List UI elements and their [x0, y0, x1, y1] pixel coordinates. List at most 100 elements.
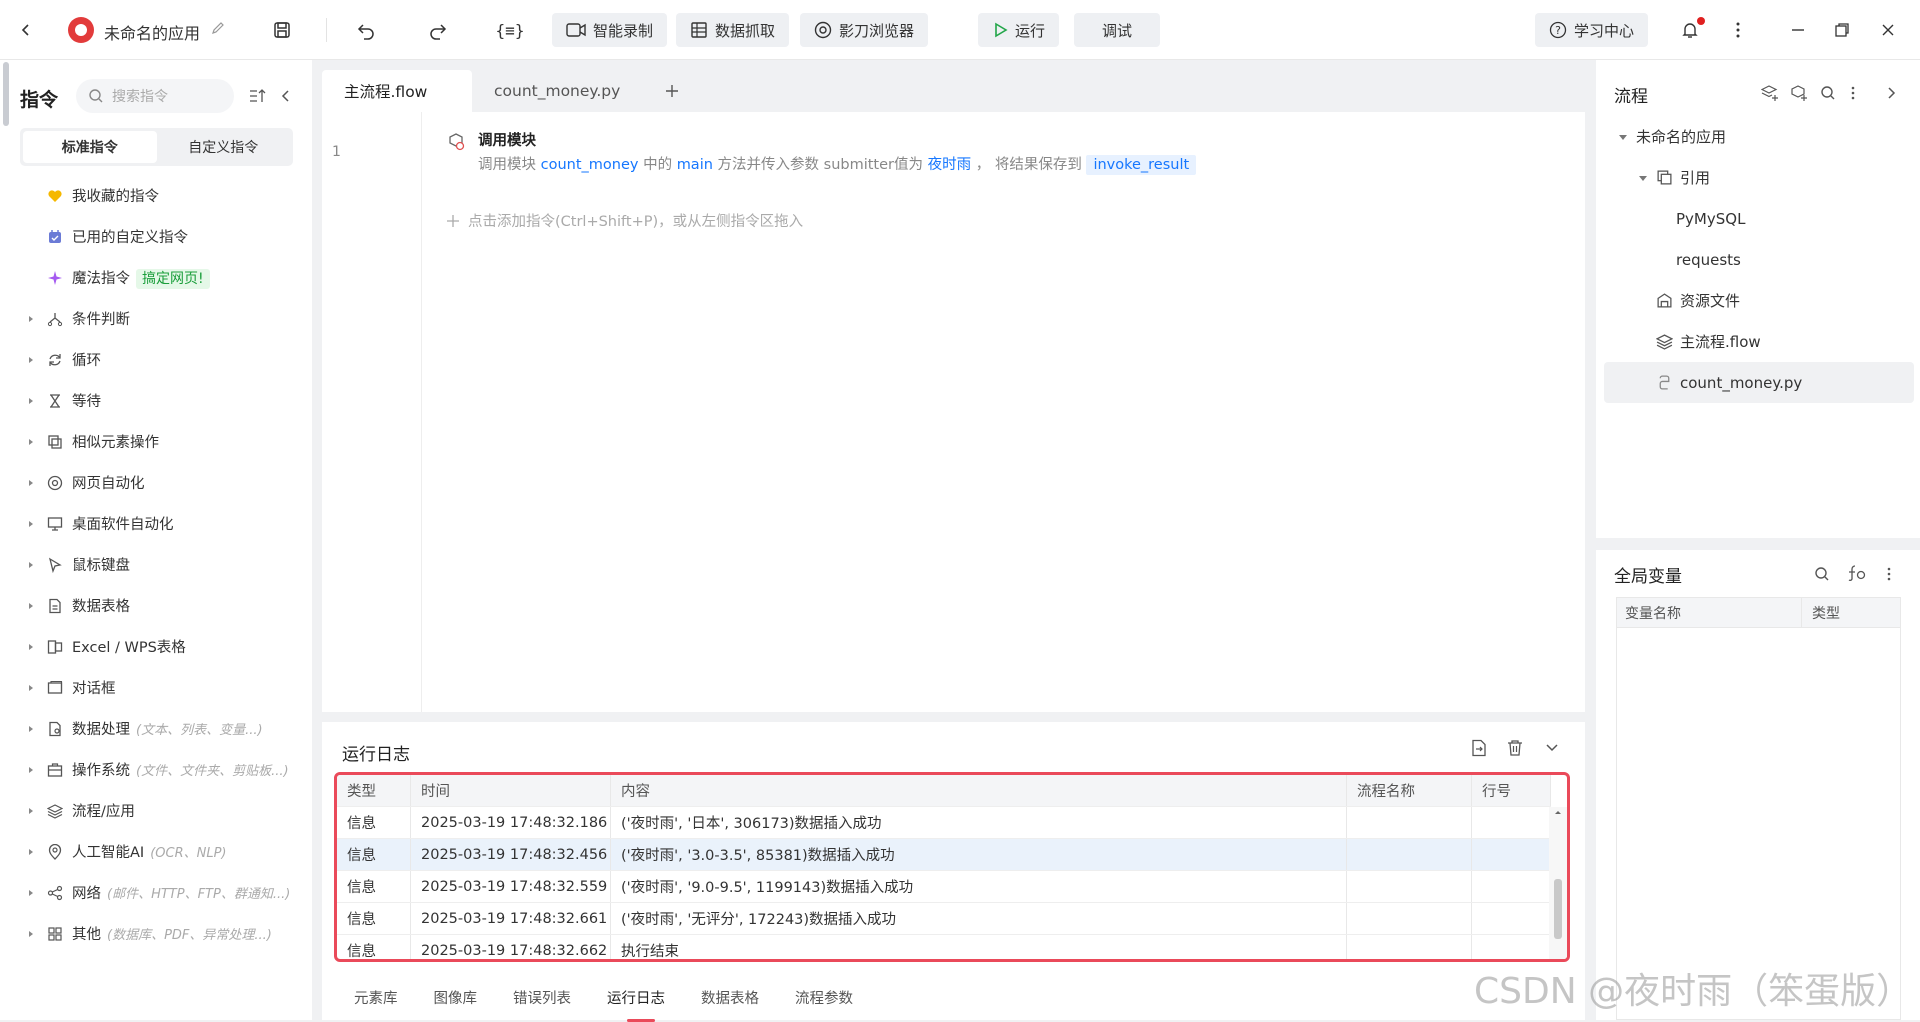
category-os[interactable]: 操作系统 (文件、文件夹、剪贴板...): [0, 749, 312, 790]
tab-standard-commands[interactable]: 标准指令: [23, 131, 157, 163]
save-button[interactable]: [264, 13, 300, 47]
category-ai[interactable]: 人工智能AI (OCR、NLP): [0, 831, 312, 872]
minimize-icon: [1792, 29, 1804, 31]
browser-button[interactable]: 影刀浏览器: [800, 13, 929, 47]
tree-node-resources[interactable]: 资源文件: [1596, 280, 1920, 321]
command-title[interactable]: 调用模块: [478, 129, 536, 150]
tab-image-library[interactable]: 图像库: [416, 982, 496, 1012]
caret-right-icon: [29, 848, 33, 855]
tab-data-table[interactable]: 数据表格: [683, 982, 777, 1012]
minimize-button[interactable]: [1780, 13, 1816, 47]
category-data-processing[interactable]: 数据处理 (文本、列表、变量...): [0, 708, 312, 749]
data-capture-button[interactable]: 数据抓取: [676, 13, 790, 47]
notification-button[interactable]: [1672, 13, 1708, 47]
category-wait[interactable]: 等待: [0, 380, 312, 421]
app-logo-icon: [68, 17, 94, 43]
log-row[interactable]: 信息 2025-03-19 17:48:32.559 ('夜时雨', '9.0-…: [337, 871, 1551, 903]
caret-right-icon: [29, 725, 33, 732]
log-row[interactable]: 信息 2025-03-19 17:48:32.661 ('夜时雨', '无评分'…: [337, 903, 1551, 935]
vars-more-button[interactable]: [1887, 567, 1891, 581]
chevron-down-icon: [1546, 744, 1558, 752]
tab-error-list[interactable]: 错误列表: [495, 982, 589, 1012]
restore-button[interactable]: [1824, 13, 1860, 47]
category-condition[interactable]: 条件判断: [0, 298, 312, 339]
tab-run-log[interactable]: 运行日志: [589, 982, 683, 1022]
add-command-hint[interactable]: 点击添加指令(Ctrl+Shift+P)，或从左侧指令区拖入: [446, 210, 803, 231]
run-button[interactable]: 运行: [978, 13, 1060, 47]
tree-node-count-money[interactable]: count_money.py: [1604, 362, 1914, 403]
tab-main-flow[interactable]: 主流程.flow: [322, 70, 472, 112]
category-data-table[interactable]: 数据表格: [0, 585, 312, 626]
app-name[interactable]: 未命名的应用: [104, 20, 200, 44]
tab-custom-commands[interactable]: 自定义指令: [157, 131, 291, 163]
category-flow-app[interactable]: 流程/应用: [0, 790, 312, 831]
python-icon: [1659, 375, 1670, 390]
more-vertical-icon: [1851, 86, 1855, 100]
global-vars-title: 全局变量: [1614, 567, 1682, 587]
sort-button[interactable]: [248, 87, 266, 105]
search-icon: [1815, 567, 1829, 581]
category-loop[interactable]: 循环: [0, 339, 312, 380]
category-similar-elements[interactable]: 相似元素操作: [0, 421, 312, 462]
layers-icon: [47, 803, 63, 819]
flow-action-2-button[interactable]: [1790, 84, 1808, 102]
clear-log-button[interactable]: [1506, 739, 1524, 757]
category-favorites[interactable]: 我收藏的指令: [0, 175, 312, 216]
log-scrollbar[interactable]: [1549, 807, 1567, 959]
command-description[interactable]: 调用模块 count_money 中的 main 方法并传入参数 submitt…: [478, 153, 1197, 175]
back-button[interactable]: [8, 13, 44, 47]
debug-button[interactable]: 调试: [1074, 13, 1160, 47]
vars-search-button[interactable]: [1814, 566, 1830, 582]
tree-node-main-flow[interactable]: 主流程.flow: [1596, 321, 1920, 362]
record-button[interactable]: 智能录制: [552, 13, 668, 47]
tab-element-library[interactable]: 元素库: [336, 982, 416, 1012]
add-tab-button[interactable]: [642, 70, 702, 112]
add-variable-button[interactable]: [1846, 564, 1866, 582]
category-network[interactable]: 网络 (邮件、HTTP、FTP、群通知...): [0, 872, 312, 913]
category-mouse-keyboard[interactable]: 鼠标键盘: [0, 544, 312, 585]
flow-action-1-button[interactable]: [1761, 84, 1779, 102]
spreadsheet-icon: [47, 639, 63, 654]
edit-icon[interactable]: [211, 21, 225, 35]
flow-panel-title: 流程: [1614, 87, 1648, 107]
category-web-automation[interactable]: 网页自动化: [0, 462, 312, 503]
tree-node-pymysql[interactable]: PyMySQL: [1596, 198, 1920, 239]
export-log-button[interactable]: [1470, 739, 1488, 757]
collapse-right-panel-button[interactable]: [1886, 85, 1898, 101]
category-excel[interactable]: Excel / WPS表格: [0, 626, 312, 667]
category-desktop-automation[interactable]: 桌面软件自动化: [0, 503, 312, 544]
scrollbar-thumb[interactable]: [1554, 879, 1562, 939]
variables-button[interactable]: {≡}: [492, 13, 528, 47]
close-button[interactable]: [1870, 13, 1906, 47]
tree-node-app[interactable]: 未命名的应用: [1596, 116, 1920, 157]
play-icon: [995, 22, 1008, 38]
collapse-panel-button[interactable]: [279, 88, 293, 104]
category-dialog[interactable]: 对话框: [0, 667, 312, 708]
flow-search-button[interactable]: [1820, 85, 1836, 101]
loop-icon: [49, 353, 61, 366]
redo-button[interactable]: [420, 13, 456, 47]
caret-right-icon: [29, 397, 33, 404]
trash-icon: [1508, 740, 1522, 756]
log-row[interactable]: 信息 2025-03-19 17:48:32.456 ('夜时雨', '3.0-…: [337, 839, 1551, 871]
tab-flow-params[interactable]: 流程参数: [777, 982, 871, 1012]
search-input[interactable]: 搜索指令: [76, 79, 234, 113]
log-row[interactable]: 信息 2025-03-19 17:48:32.662 执行结束: [337, 935, 1551, 959]
learning-center-button[interactable]: ? 学习中心: [1535, 13, 1649, 47]
category-magic[interactable]: 魔法指令 搞定网页!: [0, 257, 312, 298]
chrome-icon: [814, 21, 832, 39]
collapse-log-button[interactable]: [1544, 741, 1560, 755]
log-row[interactable]: 信息 2025-03-19 17:48:32.186 ('夜时雨', '日本',…: [337, 807, 1551, 839]
category-other[interactable]: 其他 (数据库、PDF、异常处理...): [0, 913, 312, 954]
flow-more-button[interactable]: [1851, 86, 1855, 100]
chevron-left-icon: [21, 24, 29, 36]
tab-count-money[interactable]: count_money.py: [472, 70, 642, 112]
more-button[interactable]: [1720, 13, 1756, 47]
undo-button[interactable]: [348, 13, 384, 47]
tree-node-requests[interactable]: requests: [1596, 239, 1920, 280]
result-variable-chip: invoke_result: [1086, 155, 1197, 175]
tree-node-references[interactable]: 引用: [1596, 157, 1920, 198]
category-used-custom[interactable]: 已用的自定义指令: [0, 216, 312, 257]
caret-right-icon: [29, 766, 33, 773]
left-scrollbar[interactable]: [3, 62, 9, 126]
